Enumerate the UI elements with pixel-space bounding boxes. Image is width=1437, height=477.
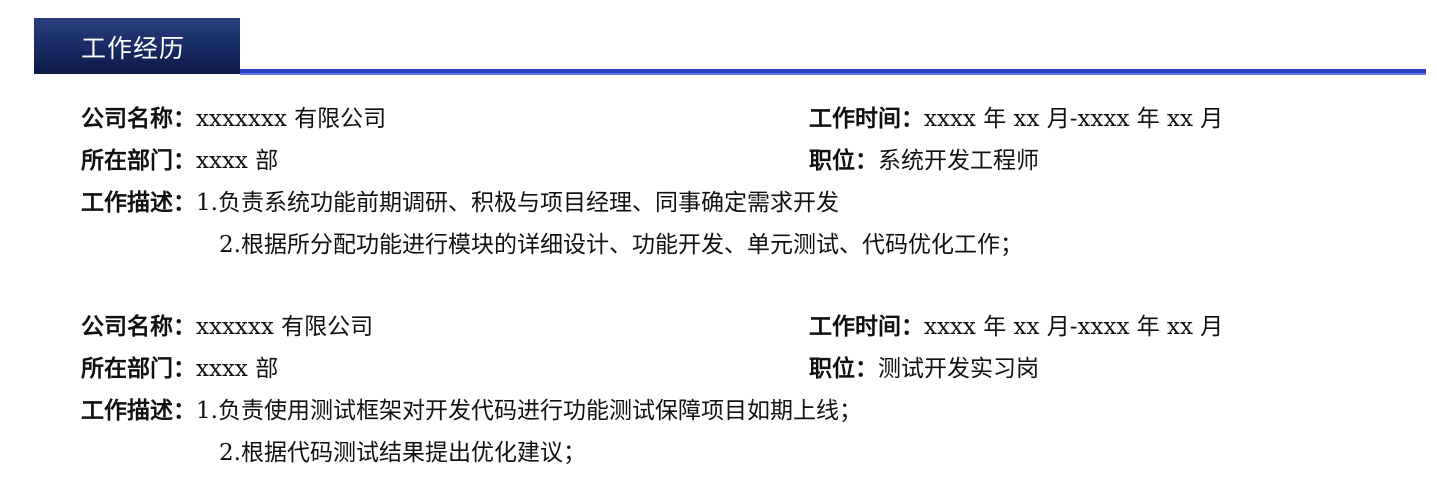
company-label: 公司名称： (81, 313, 196, 340)
period-row: 工作时间：xxxx 年 xx 月-xxxx 年 xx 月 (809, 312, 1223, 342)
department-value: xxxx 部 (196, 356, 279, 382)
company-row: 公司名称：xxxxxxx 有限公司 (81, 104, 386, 134)
description-label: 工作描述： (81, 397, 196, 424)
duty-item: 2.根据代码测试结果提出优化建议； (219, 440, 586, 466)
company-label: 公司名称： (81, 105, 196, 132)
position-label: 职位： (809, 355, 878, 382)
duty-row: 2.根据所分配功能进行模块的详细设计、功能开发、单元测试、代码优化工作； (219, 230, 1023, 260)
period-row: 工作时间：xxxx 年 xx 月-xxxx 年 xx 月 (809, 104, 1223, 134)
period-value: xxxx 年 xx 月-xxxx 年 xx 月 (924, 314, 1224, 340)
period-label: 工作时间： (809, 313, 924, 340)
section-title: 工作经历 (81, 34, 186, 63)
duty-item: 2.根据所分配功能进行模块的详细设计、功能开发、单元测试、代码优化工作； (219, 232, 1023, 258)
duty-item: 1.负责系统功能前期调研、积极与项目经理、同事确定需求开发 (196, 190, 839, 216)
description-row: 工作描述：1.负责使用测试框架对开发代码进行功能测试保障项目如期上线； (81, 396, 862, 426)
department-row: 所在部门：xxxx 部 (81, 146, 278, 176)
department-label: 所在部门： (81, 355, 196, 382)
department-label: 所在部门： (81, 147, 196, 174)
section-divider-underline (240, 73, 1426, 75)
section-title-tab: 工作经历 (34, 18, 240, 74)
department-row: 所在部门：xxxx 部 (81, 354, 278, 384)
company-row: 公司名称：xxxxxx 有限公司 (81, 312, 373, 342)
period-label: 工作时间： (809, 105, 924, 132)
duty-item: 1.负责使用测试框架对开发代码进行功能测试保障项目如期上线； (196, 398, 862, 424)
duty-row: 2.根据代码测试结果提出优化建议； (219, 438, 586, 468)
position-label: 职位： (809, 147, 878, 174)
department-value: xxxx 部 (196, 148, 279, 174)
position-row: 职位：系统开发工程师 (809, 146, 1039, 176)
position-row: 职位：测试开发实习岗 (809, 354, 1039, 384)
description-row: 工作描述：1.负责系统功能前期调研、积极与项目经理、同事确定需求开发 (81, 188, 839, 218)
position-value: 系统开发工程师 (878, 148, 1039, 174)
period-value: xxxx 年 xx 月-xxxx 年 xx 月 (924, 106, 1224, 132)
description-label: 工作描述： (81, 189, 196, 216)
section-header: 工作经历 (34, 18, 1426, 80)
company-value: xxxxxx 有限公司 (196, 314, 374, 340)
position-value: 测试开发实习岗 (878, 356, 1039, 382)
company-value: xxxxxxx 有限公司 (196, 106, 387, 132)
